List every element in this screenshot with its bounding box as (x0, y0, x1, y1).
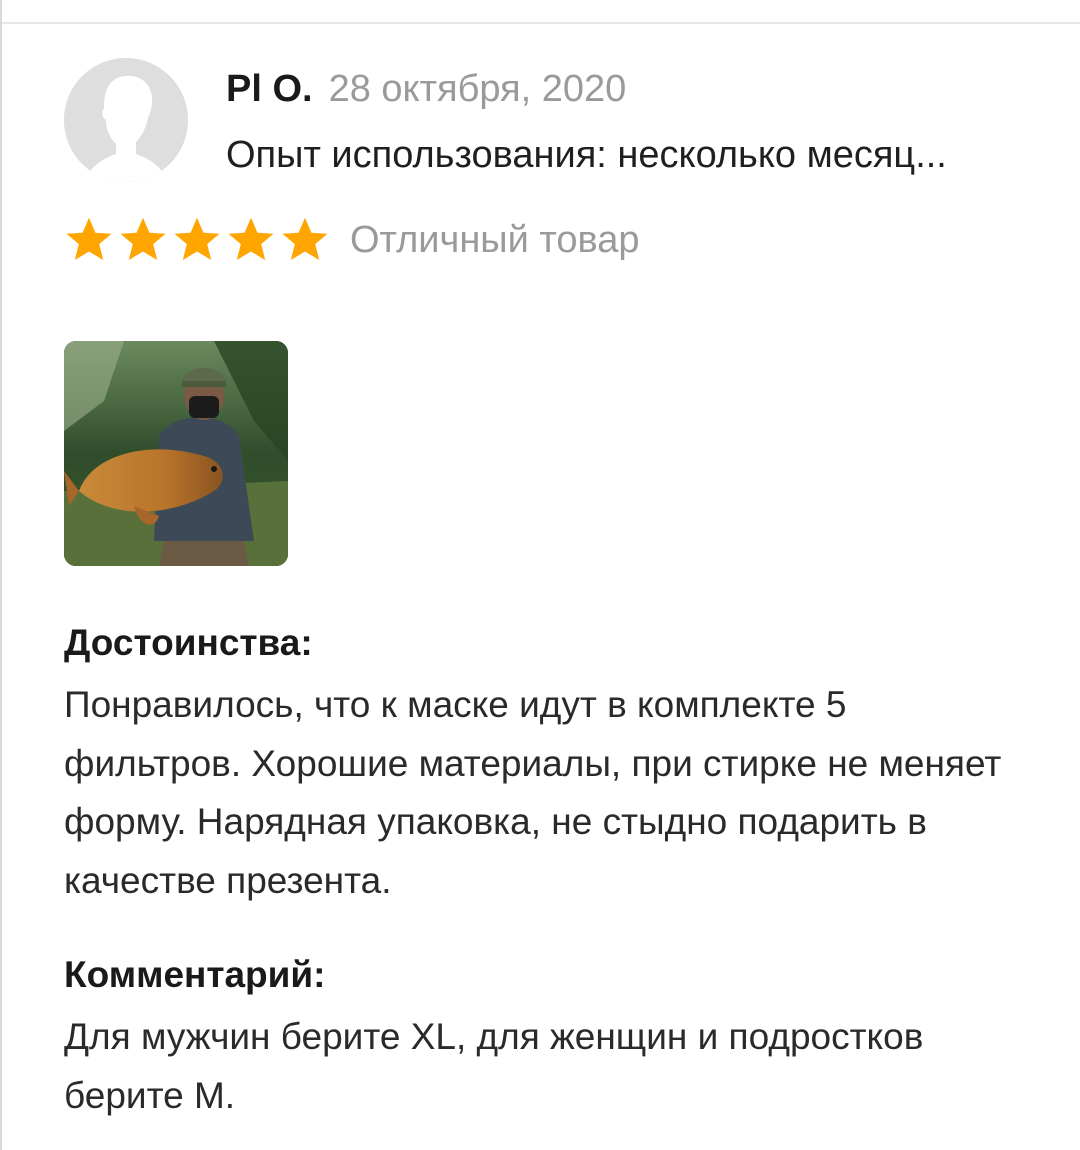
review-date: 28 октября, 2020 (328, 68, 627, 110)
rating-row: Отличный товар (64, 214, 640, 266)
comment-title: Комментарий: (64, 954, 326, 995)
star-icon (64, 216, 114, 264)
review-photo[interactable] (64, 341, 288, 566)
pros-text: Понравилось, что к маске идут в комплект… (64, 684, 1002, 901)
star-icon (118, 216, 168, 264)
star-icon (226, 216, 276, 264)
star-icon (172, 216, 222, 264)
rating-stars (64, 216, 330, 264)
review-card: Pl O. 28 октября, 2020 Опыт использования… (0, 0, 1080, 1150)
star-icon (280, 216, 330, 264)
review-photo-image (64, 341, 288, 566)
top-divider (2, 22, 1080, 24)
author-name[interactable]: Pl O. (226, 68, 313, 110)
pros-title: Достоинства: (64, 622, 313, 663)
avatar[interactable] (64, 58, 188, 182)
rating-label: Отличный товар (350, 219, 640, 261)
user-silhouette-icon (64, 58, 188, 182)
usage-duration: Опыт использования: несколько месяц... (226, 134, 947, 176)
author-line: Pl O. 28 октября, 2020 (226, 66, 626, 112)
comment-text: Для мужчин берите XL, для женщин и подро… (64, 1016, 924, 1116)
